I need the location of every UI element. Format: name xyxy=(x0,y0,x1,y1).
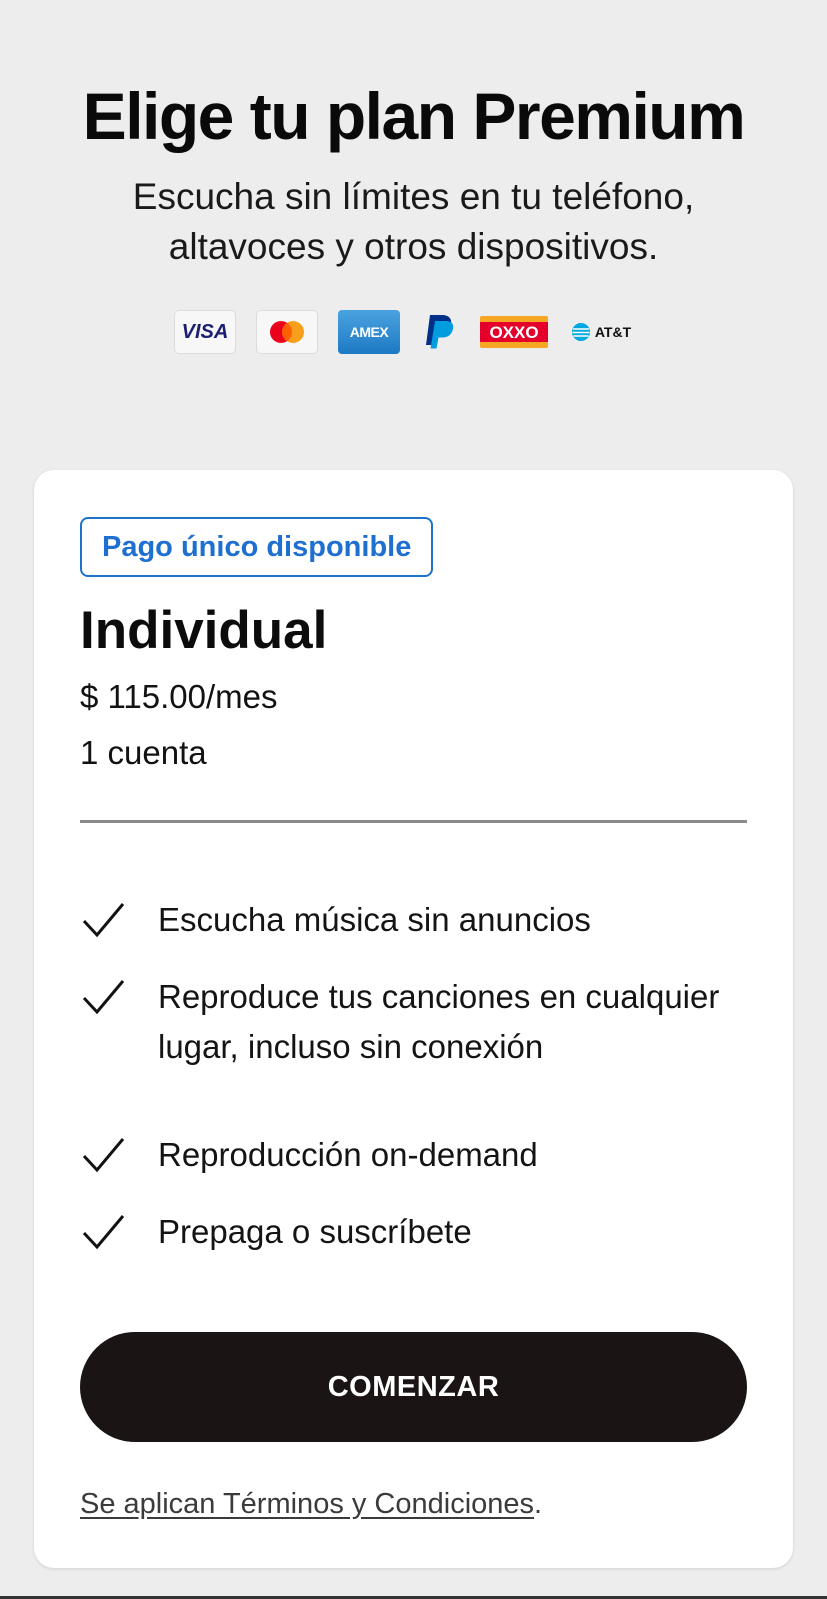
plan-price: $ 115.00/mes xyxy=(80,678,278,715)
paypal-logo xyxy=(420,310,460,354)
visa-logo: VISA xyxy=(174,310,236,354)
check-icon xyxy=(82,1215,125,1250)
feature-text: Escucha música sin anuncios xyxy=(158,901,591,938)
feature-item: Prepaga o suscríbete xyxy=(80,1207,740,1257)
feature-text: Reproducción on-demand xyxy=(158,1136,538,1173)
amex-logo: AMEX xyxy=(338,310,400,354)
plan-card-individual: Pago único disponible Individual $ 115.0… xyxy=(34,470,793,1568)
check-icon xyxy=(82,980,125,1015)
feature-item: Escucha música sin anuncios xyxy=(80,895,740,945)
page-subtitle: Escucha sin límites en tu teléfono, alta… xyxy=(80,172,747,272)
plan-name: Individual xyxy=(80,601,328,660)
terms-notice: Se aplican Términos y Condiciones. xyxy=(80,1484,542,1524)
terms-period: . xyxy=(534,1488,543,1520)
check-icon xyxy=(82,1138,125,1173)
terms-link[interactable]: Se aplican Términos y Condiciones xyxy=(80,1488,534,1520)
plan-accounts: 1 cuenta xyxy=(80,734,207,771)
start-button[interactable]: COMENZAR xyxy=(80,1332,747,1442)
payment-methods-row: VISA AMEX OXXO AT&T xyxy=(174,310,634,354)
check-icon xyxy=(82,903,125,938)
feature-text: Prepaga o suscríbete xyxy=(158,1213,472,1250)
mastercard-logo xyxy=(256,310,318,354)
feature-item: Reproducción on-demand xyxy=(80,1130,740,1180)
oxxo-logo: OXXO xyxy=(480,310,548,354)
oxxo-logo-text: OXXO xyxy=(489,323,538,342)
feature-item: Reproduce tus canciones en cualquier lug… xyxy=(80,972,740,1072)
att-logo-text: AT&T xyxy=(594,324,632,340)
one-time-payment-badge: Pago único disponible xyxy=(80,517,434,577)
subtitle-line-2: altavoces y otros dispositivos. xyxy=(168,226,659,267)
subtitle-line-1: Escucha sin límites en tu teléfono, xyxy=(132,176,695,217)
feature-text: Reproduce tus canciones en cualquier lug… xyxy=(158,978,720,1065)
page-title: Elige tu plan Premium xyxy=(82,79,746,153)
divider xyxy=(80,820,747,823)
att-logo: AT&T xyxy=(568,310,634,354)
